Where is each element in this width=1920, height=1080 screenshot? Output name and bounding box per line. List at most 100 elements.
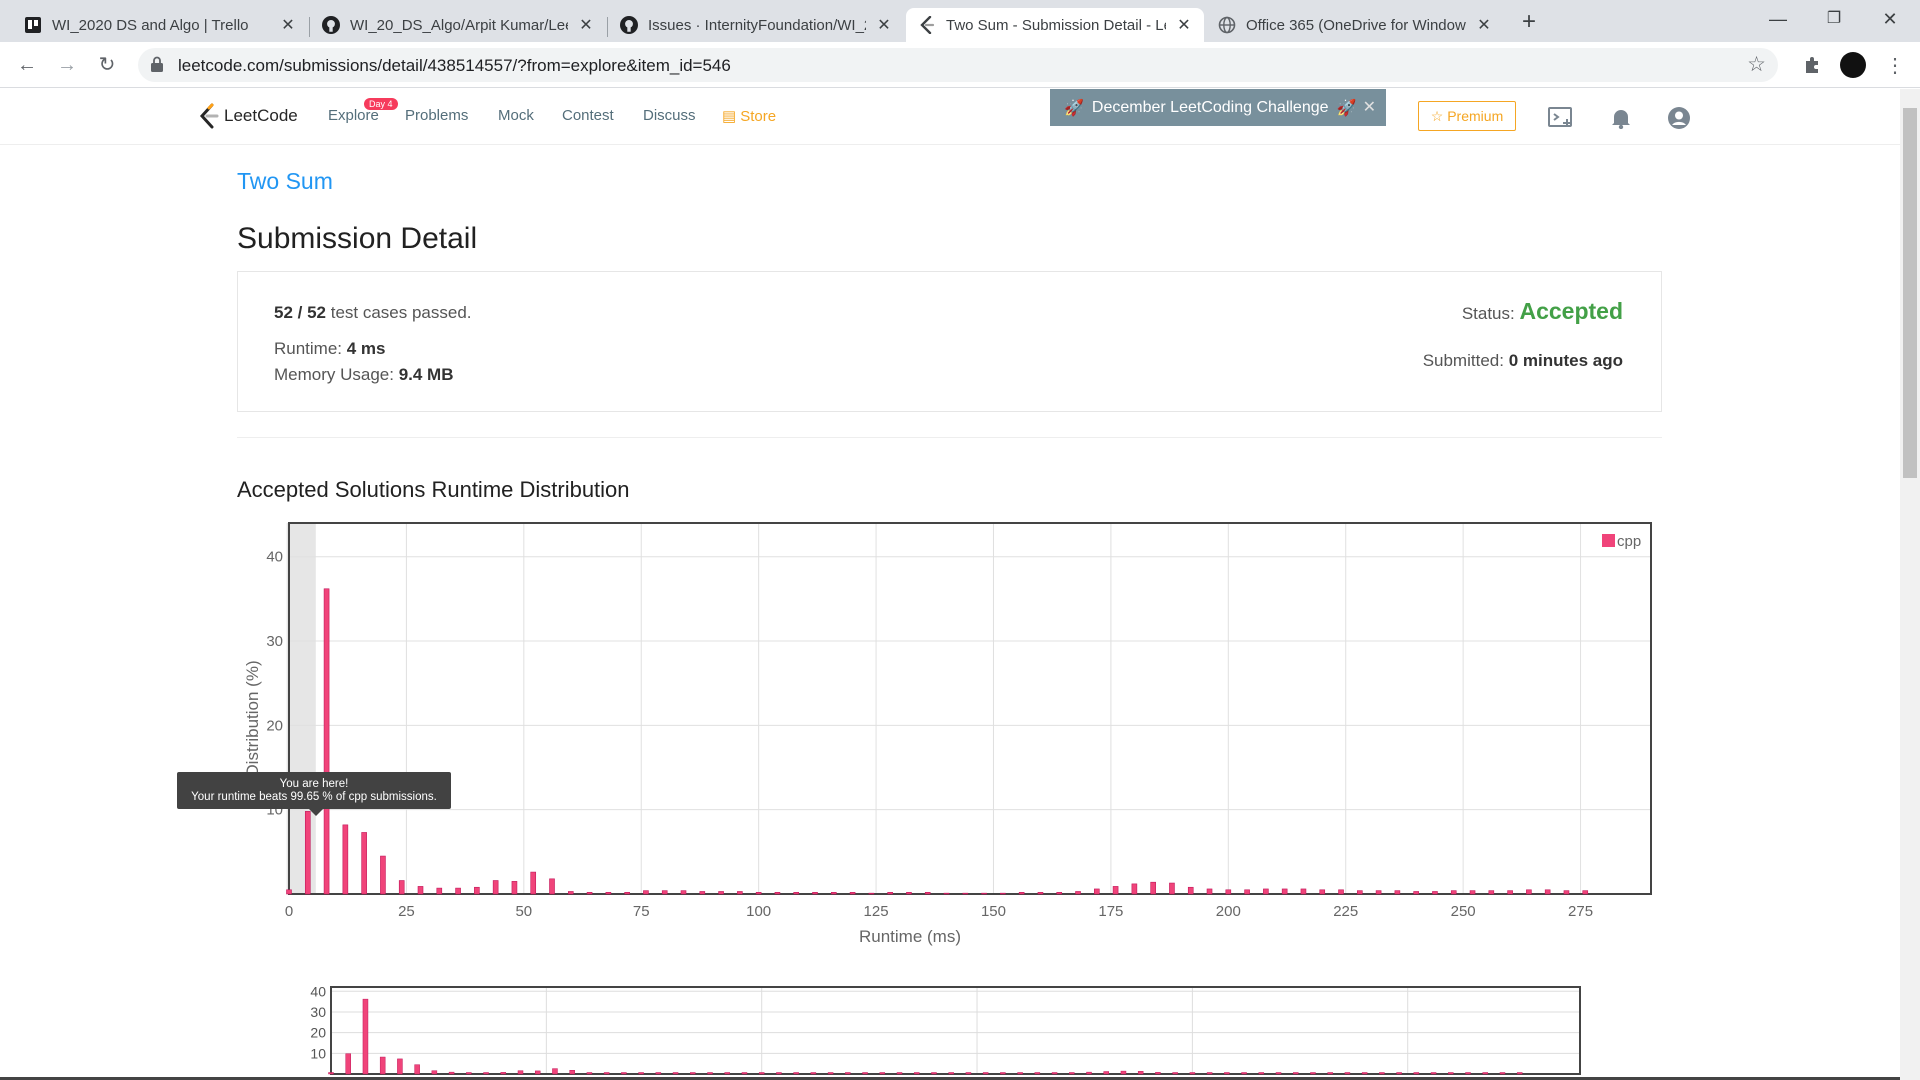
bar — [1544, 889, 1551, 895]
bar — [436, 887, 443, 895]
runtime-distribution-chart[interactable]: 0 25 50 75 100 125 150 175 200 225 250 275 10 20 30 40 R… — [0, 0, 1900, 1080]
overview-bar — [845, 1072, 851, 1075]
overview-y-tick-label: 10 — [310, 1045, 326, 1061]
overview-bar — [672, 1072, 679, 1075]
bar — [830, 892, 837, 895]
overview-bar — [690, 1072, 696, 1075]
x-axis-label: Runtime (ms) — [859, 927, 961, 946]
overview-bar — [1189, 1072, 1196, 1075]
overview-bar — [1120, 1070, 1127, 1075]
x-tick-label: 50 — [515, 903, 532, 920]
overview-bar — [534, 1070, 541, 1075]
bar — [793, 892, 800, 895]
tooltip-line-1: You are here! — [279, 778, 349, 790]
bar — [1169, 882, 1175, 895]
x-tick-label: 125 — [864, 903, 889, 920]
legend-swatch — [1602, 534, 1615, 547]
overview-bar — [948, 1072, 954, 1075]
overview-bar — [1465, 1072, 1471, 1075]
bar — [755, 892, 762, 895]
overview-bar — [1086, 1071, 1092, 1075]
overview-bar — [879, 1072, 886, 1075]
bar — [567, 891, 574, 895]
overview-bar — [621, 1072, 627, 1075]
overview-bar — [517, 1070, 524, 1075]
bar — [1300, 888, 1307, 895]
bar — [417, 886, 424, 895]
overview-bar — [810, 1072, 817, 1075]
x-tick-label: 200 — [1216, 903, 1241, 920]
bar — [286, 889, 292, 895]
runtime-tooltip: You are here! Your runtime beats 99.65 %… — [177, 772, 451, 816]
bar — [380, 855, 386, 895]
overview-bar — [483, 1072, 489, 1075]
bar — [1526, 889, 1532, 895]
overview-bar — [1172, 1072, 1178, 1075]
overview-bar — [603, 1072, 610, 1075]
bar — [304, 811, 311, 895]
overview-bar — [1413, 1072, 1420, 1075]
main-chart[interactable]: 0 25 50 75 100 125 150 175 200 225 250 27510203040R… — [243, 522, 1652, 946]
bar — [868, 892, 875, 895]
overview-bar — [793, 1072, 799, 1075]
overview-bar — [931, 1072, 937, 1075]
overview-bar — [1275, 1072, 1282, 1075]
bar — [1375, 890, 1382, 895]
overview-bar — [1155, 1072, 1161, 1075]
overview-bar — [1258, 1072, 1265, 1075]
overview-bar — [827, 1072, 834, 1075]
bar — [699, 891, 706, 895]
bar — [1150, 881, 1156, 895]
bar — [605, 892, 612, 895]
bar — [398, 880, 405, 895]
overview-bar — [776, 1072, 782, 1075]
overview-bar — [982, 1072, 989, 1075]
bar — [1394, 890, 1401, 895]
bar — [849, 892, 856, 895]
y-tick-label: 20 — [266, 717, 283, 734]
overview-bar — [1379, 1072, 1385, 1075]
bar — [1206, 888, 1213, 895]
overview-bar — [1103, 1071, 1109, 1075]
overview-bar — [1310, 1072, 1316, 1075]
bar — [1037, 892, 1044, 895]
bar — [1018, 892, 1025, 895]
x-tick-label: 225 — [1333, 903, 1358, 920]
bar — [1469, 890, 1476, 895]
overview-chart[interactable]: 10 20 30 40 — [310, 983, 1581, 1075]
overview-frame — [330, 986, 1581, 1075]
bar — [1094, 888, 1100, 895]
overview-bar — [1069, 1072, 1075, 1075]
bar — [511, 881, 518, 895]
overview-bar — [328, 1072, 334, 1075]
bar — [530, 871, 537, 895]
overview-bar — [448, 1071, 455, 1075]
overview-bar — [431, 1070, 438, 1075]
bar — [1338, 889, 1344, 895]
bar — [323, 588, 330, 895]
bar — [924, 892, 931, 895]
overview-bar — [466, 1072, 472, 1075]
x-tick-label: 275 — [1568, 903, 1593, 920]
bar — [737, 891, 743, 895]
overview-y-tick-label: 20 — [310, 1025, 326, 1041]
overview-bar — [500, 1072, 507, 1075]
x-tick-label: 250 — [1451, 903, 1476, 920]
bar — [474, 886, 480, 895]
overview-bar — [569, 1070, 575, 1075]
bar — [455, 887, 461, 895]
bar — [680, 890, 687, 895]
bar — [1563, 890, 1570, 895]
bar — [661, 890, 668, 895]
bar — [342, 824, 349, 895]
bar — [718, 891, 724, 895]
overview-bar — [1344, 1072, 1351, 1075]
overview-bar — [1017, 1072, 1023, 1075]
bar — [1131, 883, 1138, 895]
overview-bar — [965, 1072, 972, 1075]
bar — [812, 892, 818, 895]
x-tick-label: 100 — [746, 903, 771, 920]
overview-bar — [1241, 1072, 1247, 1075]
overview-bar — [1051, 1072, 1058, 1075]
scrollbar-thumb[interactable] — [1903, 108, 1917, 478]
